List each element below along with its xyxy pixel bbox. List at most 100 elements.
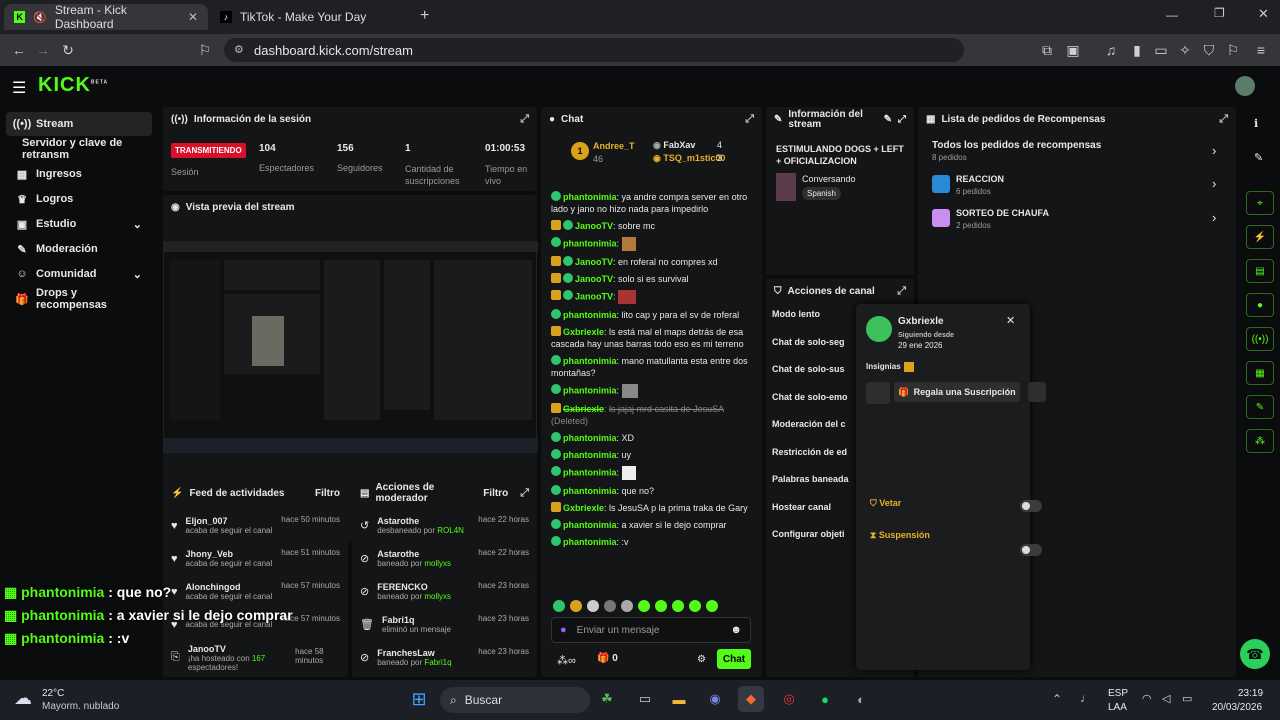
sidebar-item-drops[interactable]: 🎁 Drops y recompensas	[6, 287, 152, 311]
vpn-status-icon[interactable]: ⚐	[1222, 39, 1244, 61]
steam-icon[interactable]: ◐	[848, 686, 874, 712]
users-icon[interactable]: ⁂	[1246, 429, 1274, 453]
chevron-right-icon[interactable]: ›	[1212, 143, 1216, 158]
info-icon[interactable]: ℹ	[1254, 117, 1258, 130]
chat-message[interactable]: Gxbriexle: ls está mal el maps detrás de…	[551, 326, 755, 350]
chat-username[interactable]: Gxbriexle	[563, 327, 604, 337]
chat-username[interactable]: JanooTV	[575, 221, 613, 231]
sidebar-item-comunidad[interactable]: ☺ Comunidad ⌄	[6, 262, 152, 286]
emote-icon[interactable]	[621, 600, 633, 612]
chat-message[interactable]: phantonimia:	[551, 237, 755, 251]
points-display[interactable]: 🎁 0	[597, 653, 618, 664]
bolt-icon[interactable]: ⚡	[1246, 225, 1274, 249]
chat-message[interactable]: JanooTV:	[551, 290, 755, 304]
chat-message[interactable]: phantonimia: a xavier si le dejo comprar	[551, 519, 755, 531]
close-tab-icon[interactable]: ✕	[188, 10, 198, 24]
hamburger-icon[interactable]: ☰	[12, 78, 26, 98]
wrench-icon[interactable]: ✎	[1246, 395, 1274, 419]
user-name[interactable]: Gxbriexle	[898, 316, 944, 327]
mod-avatar-button[interactable]	[866, 382, 890, 404]
media-icon[interactable]: ♫	[1100, 39, 1122, 61]
chat-username[interactable]: Gxbriexle	[563, 503, 604, 513]
emote-icon[interactable]	[553, 600, 565, 612]
brave-icon[interactable]: ◆	[738, 686, 764, 712]
support-icon[interactable]: ☎	[1240, 639, 1270, 669]
chat-icon[interactable]: ●	[1246, 293, 1274, 317]
chat-username[interactable]: phantonimia	[563, 520, 617, 530]
expand-icon[interactable]: ⤢	[1219, 113, 1228, 126]
chat-message[interactable]: phantonimia:	[551, 466, 755, 480]
emote-icon[interactable]	[638, 600, 650, 612]
sidebar-item-estudio[interactable]: ▣ Estudio ⌄	[6, 212, 152, 236]
reward-name[interactable]: SORTEO DE CHAUFA	[956, 208, 1049, 218]
search-bar[interactable]: ⌕ Buscar	[440, 687, 590, 713]
chat-username[interactable]: Gxbriexle	[563, 404, 604, 414]
broadcast-icon[interactable]: ((•))	[1246, 327, 1274, 351]
list-item[interactable]: 🗑 Fabri1q eliminó un mensaje hace 23 horas	[352, 608, 537, 641]
site-info-icon[interactable]: ⚙	[234, 43, 244, 56]
tab-search-icon[interactable]: ▣	[1062, 39, 1084, 61]
pencil-icon[interactable]: ✎	[1254, 151, 1263, 164]
list-item[interactable]: ⊘ FranchesLaw baneado por Fabri1q hace 23 h…	[352, 641, 537, 674]
expand-icon[interactable]: ⤢	[520, 487, 529, 500]
leader-2[interactable]: ◉ FabXav	[653, 140, 695, 151]
language-tag[interactable]: Spanish	[802, 187, 841, 200]
chat-username[interactable]: phantonimia	[563, 385, 617, 395]
target-icon[interactable]: ⌖	[1246, 191, 1274, 215]
weather-icon[interactable]: ☁	[14, 688, 32, 709]
explorer-icon[interactable]: ▬	[666, 686, 692, 712]
list-item[interactable]: ⊘ FERENCKO baneado por mollyxs hace 23 hora…	[352, 575, 537, 608]
ban-toggle-switch[interactable]	[1020, 500, 1042, 512]
clock-time[interactable]: 23:19	[1238, 688, 1263, 699]
reload-icon[interactable]: ↻	[57, 39, 79, 61]
tab-kick-dashboard[interactable]: K 🔇 Stream - Kick Dashboard ✕	[4, 3, 208, 31]
mute-icon[interactable]: 🔇	[33, 11, 47, 24]
chat-message[interactable]: JanooTV: en roferal no compres xd	[551, 256, 755, 268]
list-item[interactable]: ↺ Astarothe desbaneado por ROL4N hace 22 ho…	[352, 509, 537, 542]
emote-icon[interactable]	[604, 600, 616, 612]
chat-username[interactable]: phantonimia	[563, 192, 617, 202]
tab-tiktok[interactable]: ♪ TikTok - Make Your Day	[210, 4, 414, 30]
users-icon[interactable]: ⁂∞	[557, 654, 576, 667]
chat-message[interactable]: phantonimia: lito cap y para el sv de ro…	[551, 309, 755, 321]
emoji-icon[interactable]: ☻	[730, 624, 742, 636]
pencil-icon[interactable]: ✎	[884, 115, 892, 125]
app-icon[interactable]: ◎	[776, 686, 802, 712]
minimize-icon[interactable]: —	[1166, 8, 1178, 22]
chat-username[interactable]: phantonimia	[563, 433, 617, 443]
stream-preview-video[interactable]	[163, 241, 538, 453]
leader-3[interactable]: ◉ TSQ_m1stic00	[653, 153, 725, 164]
chat-username[interactable]: JanooTV	[575, 257, 613, 267]
chat-message[interactable]: phantonimia: :v	[551, 536, 755, 548]
list-item[interactable]: ♥ Eljon_007 acaba de seguir el canal hace 5…	[163, 509, 348, 542]
discord-icon[interactable]: ◉	[702, 686, 728, 712]
close-card-icon[interactable]: ✕	[1006, 314, 1015, 327]
address-field[interactable]: ⚙ dashboard.kick.com/stream	[224, 38, 964, 62]
emote-icon[interactable]	[587, 600, 599, 612]
sidebar-item-logros[interactable]: ♛ Logros	[6, 187, 152, 211]
expand-icon[interactable]: ⤢	[745, 113, 754, 126]
document-icon[interactable]: ▤	[1246, 259, 1274, 283]
battery-icon[interactable]: ▭	[1182, 692, 1192, 705]
menu-icon[interactable]: ≡	[1250, 39, 1272, 61]
lang-1[interactable]: ESP	[1108, 688, 1128, 699]
list-icon[interactable]: ▦	[1246, 361, 1274, 385]
sidebar-item-moderacion[interactable]: ✎ Moderación	[6, 237, 152, 261]
chat-username[interactable]: phantonimia	[563, 486, 617, 496]
chat-message[interactable]: phantonimia: uy	[551, 449, 755, 461]
extensions-icon[interactable]: ⧉	[1036, 39, 1058, 61]
weather-temp[interactable]: 22°C	[42, 688, 64, 699]
chat-username[interactable]: phantonimia	[563, 537, 617, 547]
leader-name[interactable]: Andree_T	[593, 141, 635, 151]
send-chat-button[interactable]: Chat	[717, 649, 751, 669]
wifi-icon[interactable]: ◠	[1142, 692, 1152, 705]
avatar[interactable]	[1235, 76, 1255, 96]
all-rewards-link[interactable]: Todos los pedidos de recompensas	[932, 140, 1101, 151]
chevron-right-icon[interactable]: ›	[1212, 210, 1216, 225]
widget-icon[interactable]: ☘	[594, 686, 620, 712]
chat-message[interactable]: JanooTV: sobre mc	[551, 220, 755, 232]
microphone-icon[interactable]: ●	[560, 624, 567, 636]
emote-icon[interactable]	[689, 600, 701, 612]
chat-message[interactable]: phantonimia: mano matullanta esta entre …	[551, 355, 755, 379]
chat-message[interactable]: phantonimia: que no?	[551, 485, 755, 497]
